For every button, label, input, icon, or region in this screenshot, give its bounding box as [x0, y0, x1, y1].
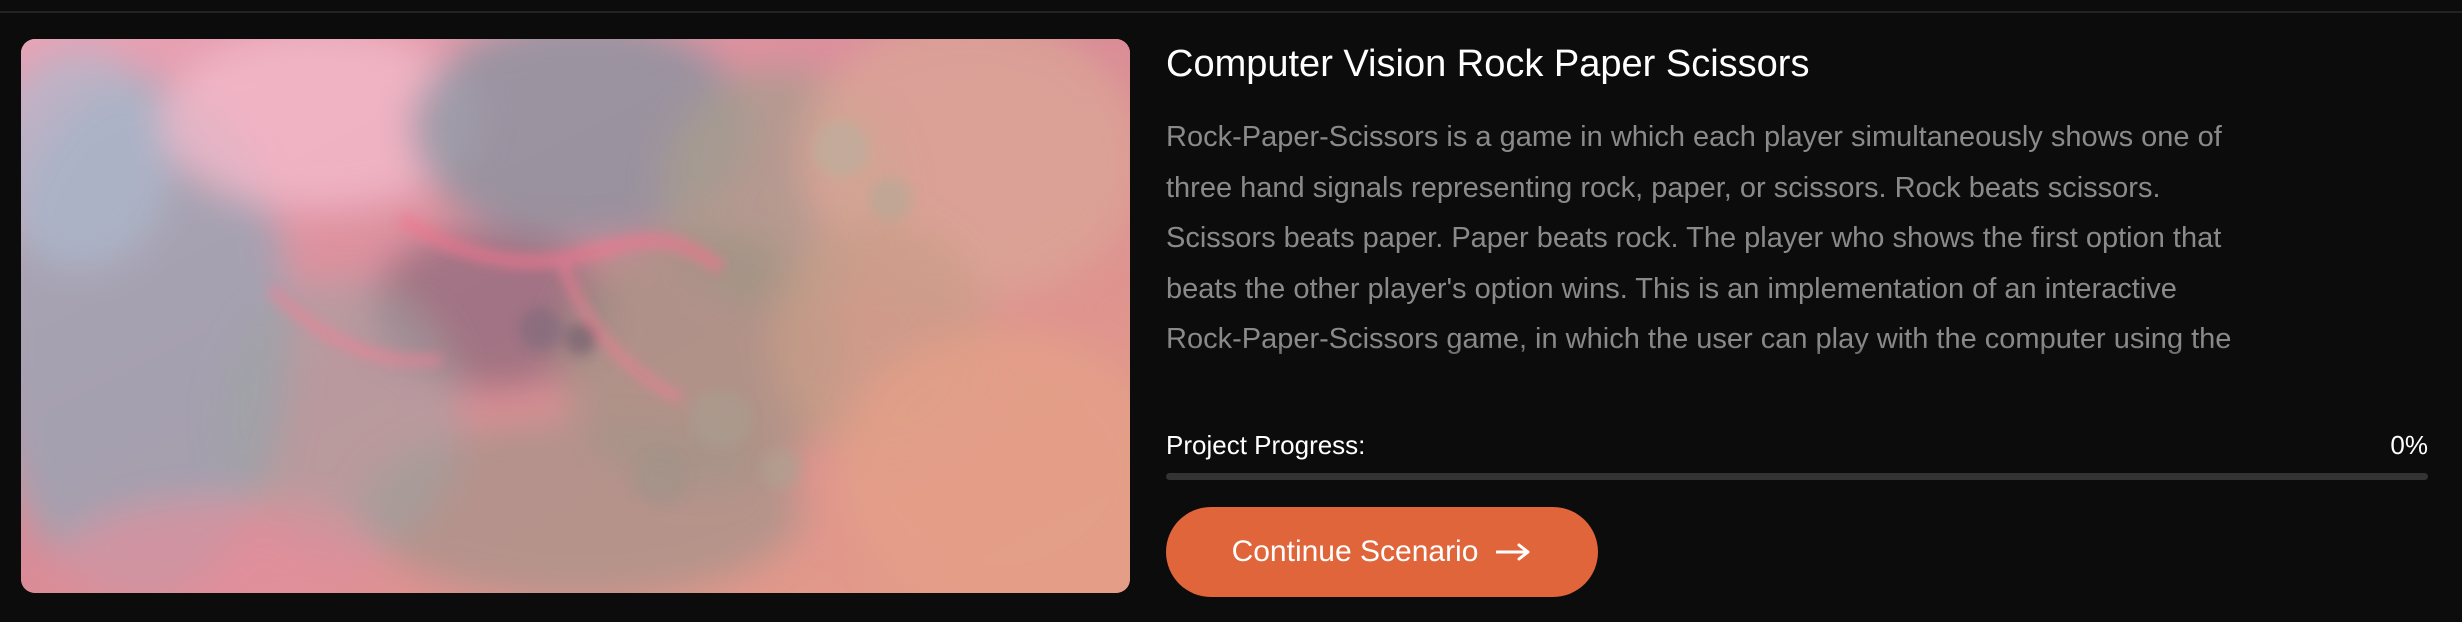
top-divider: [0, 11, 2462, 13]
description-fade-overlay: [1166, 344, 2246, 384]
project-description-container: Rock-Paper-Scissors is a game in which e…: [1166, 112, 2246, 384]
progress-bar: [1166, 473, 2428, 480]
progress-label: Project Progress:: [1166, 430, 1366, 460]
progress-value: 0%: [2390, 430, 2428, 460]
project-title: Computer Vision Rock Paper Scissors: [1166, 43, 1810, 85]
continue-scenario-label: Continue Scenario: [1231, 535, 1479, 568]
project-card: Computer Vision Rock Paper Scissors Rock…: [0, 0, 2462, 622]
continue-scenario-button[interactable]: Continue Scenario: [1166, 507, 1598, 597]
arrow-right-icon: [1496, 543, 1530, 561]
abstract-fluid-art-image: [21, 39, 1130, 593]
project-thumbnail: [21, 39, 1130, 593]
